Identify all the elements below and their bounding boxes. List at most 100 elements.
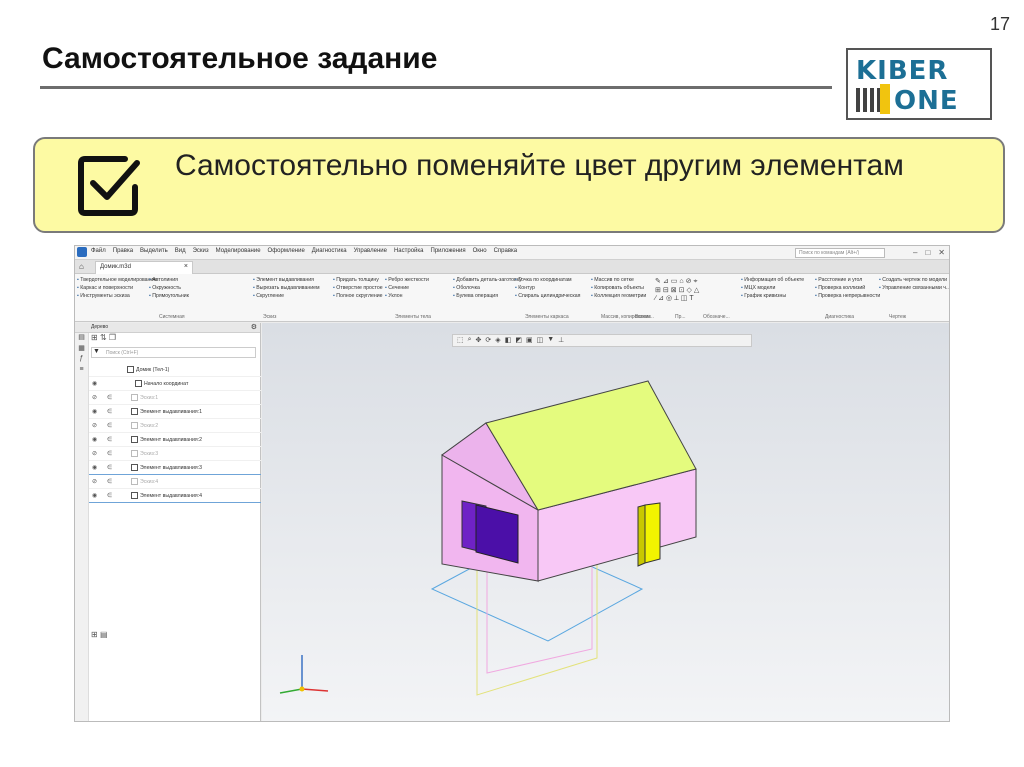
gear-icon[interactable]: ⚙ <box>251 323 257 331</box>
ribbon-command[interactable]: Твердотельное моделирование <box>77 276 156 284</box>
tree-root-text: Домик (Тел-1) <box>136 367 170 373</box>
ribbon-command[interactable]: Контур <box>515 284 580 292</box>
ribbon-command[interactable]: Расстояние и угол <box>815 276 880 284</box>
tree-item[interactable]: ⊘ ∈ Эскиз:4 <box>89 475 261 489</box>
menu-item[interactable]: Управление <box>354 248 387 254</box>
ribbon-group: Придать толщинуОтверстие простоеПолное с… <box>333 276 383 300</box>
ribbon-command[interactable]: Окружность <box>149 284 189 292</box>
eye-hidden-icon[interactable]: ⊘ <box>92 419 97 433</box>
command-search-input[interactable]: Поиск по командам (Alt+/) <box>795 248 885 258</box>
eye-hidden-icon[interactable]: ⊘ <box>92 447 97 461</box>
menu-item[interactable]: Эскиз <box>193 248 209 254</box>
ribbon-command[interactable]: Создать чертеж по модели <box>879 276 949 284</box>
ribbon-command[interactable]: Отверстие простое <box>333 284 382 292</box>
ribbon-command[interactable]: Автолиния <box>149 276 189 284</box>
menu-item[interactable]: Правка <box>113 248 133 254</box>
ribbon-command[interactable]: Каркас и поверхности <box>77 284 156 292</box>
ribbon-command[interactable]: Управление связанными ч... <box>879 284 949 292</box>
ribbon-command[interactable]: Ребро жесткости <box>385 276 429 284</box>
ribbon-command[interactable]: Скругление <box>253 292 320 300</box>
ribbon-command[interactable]: Вырезать выдавливанием <box>253 284 319 292</box>
ribbon-command[interactable]: Проверка коллизий <box>815 284 880 292</box>
ribbon-command[interactable]: Коллекция геометрии <box>591 292 646 300</box>
menu-item[interactable]: Настройка <box>394 248 424 254</box>
tab-document[interactable]: Домик.m3d × <box>95 261 193 274</box>
ribbon-command[interactable]: Точка по координатам <box>515 276 580 284</box>
list-icon[interactable]: ▤ <box>100 630 108 639</box>
tree-item[interactable]: ◉ ∈ Элемент выдавливания:2 <box>89 433 261 447</box>
ribbon-command[interactable]: Элемент выдавливания <box>253 276 320 284</box>
checkbox-checked-icon <box>78 156 140 216</box>
eye-icon[interactable]: ◉ <box>92 377 97 391</box>
eye-icon[interactable]: ◉ <box>92 461 97 475</box>
tree-item[interactable]: ⊘ ∈ Эскиз:2 <box>89 419 261 433</box>
ribbon-command[interactable]: График кривизны <box>741 292 804 300</box>
layers-icon[interactable]: ≡ <box>75 366 88 377</box>
ribbon-group-label: Элементы каркаса <box>525 314 569 320</box>
tree-item[interactable]: ◉ ∈ Элемент выдавливания:4 <box>89 489 261 503</box>
menu-item[interactable]: Моделирование <box>216 248 261 254</box>
app-logo-icon[interactable] <box>77 247 87 257</box>
tree-root-item[interactable]: Домик (Тел-1) <box>89 363 261 377</box>
eye-icon[interactable]: ◉ <box>92 433 97 447</box>
ribbon-icon-grid[interactable]: ✎⊿▭⌂⊘⌖ ⊞⊟⊠⊡◇△ ∕⊿◎⟂◫T <box>655 277 701 303</box>
close-icon[interactable]: ✕ <box>938 248 945 257</box>
ribbon-command[interactable]: Информация об объекте <box>741 276 804 284</box>
ribbon-command[interactable]: Копировать объекты <box>591 284 646 292</box>
properties-icon[interactable]: ▦ <box>75 344 88 355</box>
logo-line-1: KIBER <box>856 56 949 86</box>
tree-structure-icon[interactable]: ⊞ <box>91 630 98 639</box>
tree-search-input[interactable]: Поиск (Ctrl+F) <box>91 347 256 358</box>
menu-item[interactable]: Выделить <box>140 248 168 254</box>
tab-close-icon[interactable]: × <box>184 263 188 270</box>
tree-sort-icon[interactable]: ⇅ <box>100 333 107 342</box>
minimize-icon[interactable]: – <box>913 248 917 257</box>
tab-document-label: Домик.m3d <box>100 264 131 270</box>
menu-item[interactable]: Вид <box>175 248 186 254</box>
ribbon-command[interactable]: Спираль цилиндрическая <box>515 292 580 300</box>
ribbon-command[interactable]: Добавить деталь-заготовку <box>453 276 521 284</box>
tree-copy-icon[interactable]: ❐ <box>109 333 116 342</box>
tree-item[interactable]: ◉ ∈ Элемент выдавливания:3 <box>89 461 261 475</box>
3d-viewport[interactable]: ⬚ ⌕ ✥ ⟳ ◈ ◧ ◩ ▣ ◫ ▼ ⊥ <box>262 323 950 722</box>
tree-view-icon[interactable]: ▤ <box>75 333 88 344</box>
menu-item[interactable]: Окно <box>473 248 487 254</box>
ribbon-group-label: Диагностика <box>825 314 854 320</box>
ribbon-command[interactable]: Полное скругление <box>333 292 383 300</box>
ribbon-command[interactable]: Булева операция <box>453 292 522 300</box>
ribbon-command[interactable]: МЦХ модели <box>741 284 804 292</box>
dependency-icon: ∈ <box>107 451 113 457</box>
ribbon-command[interactable]: Прямоугольник <box>149 292 189 300</box>
door-jamb[interactable] <box>637 504 646 567</box>
door[interactable] <box>644 502 661 564</box>
eye-hidden-icon[interactable]: ⊘ <box>92 475 97 489</box>
variables-icon[interactable]: ƒ <box>75 355 88 366</box>
ribbon-command[interactable]: Инструменты эскиза <box>77 292 156 300</box>
eye-icon[interactable]: ◉ <box>92 489 97 503</box>
window-controls: – □ ✕ <box>913 248 945 257</box>
ribbon-command[interactable]: Придать толщину <box>333 276 383 284</box>
tree-item[interactable]: ⊘ ∈ Эскиз:3 <box>89 447 261 461</box>
eye-icon[interactable]: ◉ <box>92 405 97 419</box>
maximize-icon[interactable]: □ <box>925 248 930 257</box>
menu-item[interactable]: Оформление <box>268 248 305 254</box>
logo-line-2: ONE <box>894 86 959 116</box>
tree-item[interactable]: ◉ Начало координат <box>89 377 261 391</box>
ribbon-command[interactable]: Сечение <box>385 284 429 292</box>
extrusion-icon <box>131 492 138 500</box>
eye-hidden-icon[interactable]: ⊘ <box>92 391 97 405</box>
ribbon-command[interactable]: Проверка непрерывности <box>815 292 880 300</box>
home-icon[interactable]: ⌂ <box>79 262 84 271</box>
ribbon-command[interactable]: Оболочка <box>453 284 522 292</box>
tree-item[interactable]: ◉ ∈ Элемент выдавливания:1 <box>89 405 261 419</box>
house-model[interactable] <box>262 323 950 722</box>
dependency-icon: ∈ <box>107 465 113 471</box>
tree-item[interactable]: ⊘ ∈ Эскиз:1 <box>89 391 261 405</box>
ribbon-command[interactable]: Массив по сетке <box>591 276 646 284</box>
tree-structure-icon[interactable]: ⊞ <box>91 333 98 342</box>
menu-item[interactable]: Приложения <box>431 248 466 254</box>
ribbon-command[interactable]: Уклон <box>385 292 429 300</box>
menu-item[interactable]: Справка <box>494 248 518 254</box>
menu-item[interactable]: Диагностика <box>312 248 347 254</box>
menu-item[interactable]: Файл <box>91 248 106 254</box>
